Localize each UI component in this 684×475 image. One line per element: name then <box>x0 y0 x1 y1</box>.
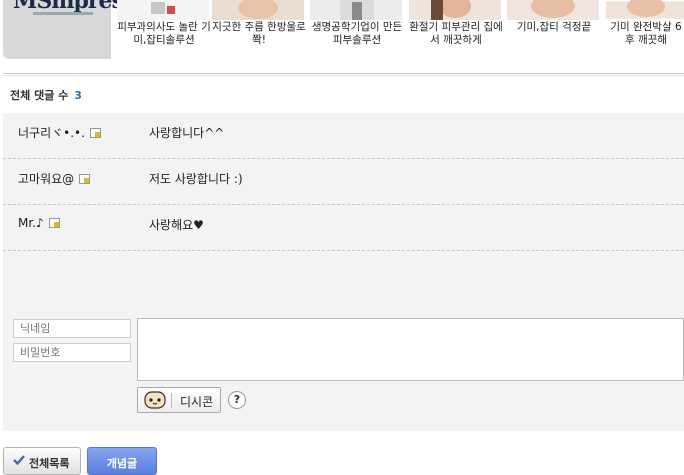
comment-text: 사랑해요♥ <box>149 218 204 232</box>
ad-caption: 지긋한 주름 한방울로 쫙! <box>212 21 306 46</box>
ad-caption: 환절기 피부관리 집에서 깨끗하게 <box>409 21 503 46</box>
comment-author[interactable]: Mr.♪ <box>18 216 60 230</box>
comment-text: 사랑합니다^^ <box>149 126 225 140</box>
ad-logo-underline <box>33 12 93 15</box>
password-input[interactable] <box>13 343 131 362</box>
nickname-input[interactable] <box>13 319 131 338</box>
ad-thumbnail <box>212 0 304 20</box>
dccon-label: 디시콘 <box>180 395 214 409</box>
ad-caption: 기미 완전박살 6 후 깨끗해 <box>610 21 682 46</box>
ad-item[interactable]: 기미 완전박살 6 후 깨끗해 <box>604 0 684 60</box>
submit-label: 개념글 <box>106 457 138 470</box>
comment-author[interactable]: 너구리ヾ•.•. <box>18 124 101 141</box>
dccon-button[interactable]: 디시콘 <box>137 387 221 413</box>
comment-author-name: 고마워요@ <box>18 172 75 186</box>
fixed-nick-icon <box>48 218 60 228</box>
ad-logo-banner[interactable]: MSmpress <box>3 0 135 59</box>
ad-thumbnail <box>117 0 209 20</box>
submit-button[interactable]: 개념글 <box>87 447 157 475</box>
comment-count: 전체 댓글 수 3 <box>10 87 82 103</box>
ad-item[interactable]: 생명공학기업이 만든 피부솔루션 <box>308 0 406 60</box>
comment-author-name: Mr.♪ <box>18 216 44 230</box>
ad-item[interactable]: 환절기 피부관리 집에서 깨끗하게 <box>407 0 505 60</box>
fixed-nick-icon <box>79 174 91 184</box>
comment-count-number: 3 <box>74 89 82 102</box>
ad-thumbnail <box>606 0 684 19</box>
comment-text: 저도 사랑합니다 :) <box>149 172 243 186</box>
divider <box>171 393 172 408</box>
fixed-nick-icon <box>89 128 101 138</box>
ad-thumbnail <box>409 0 501 20</box>
comment-count-label: 전체 댓글 수 <box>10 89 69 102</box>
checkmark-icon <box>13 455 25 466</box>
ad-item[interactable]: 기미,잡티 걱정끝 <box>505 0 603 60</box>
ad-thumbnail <box>507 0 599 20</box>
help-icon[interactable]: ? <box>228 391 246 409</box>
comment-textarea[interactable] <box>137 318 684 381</box>
comment-row: Mr.♪ 사랑해요♥ <box>3 205 684 251</box>
comment-row: 고마워요@ 저도 사랑합니다 :) <box>3 159 684 205</box>
full-list-button[interactable]: 전체목록 <box>3 447 81 475</box>
comment-author[interactable]: 고마워요@ <box>18 170 91 187</box>
ad-caption: 생명공학기업이 만든 피부솔루션 <box>311 21 403 46</box>
ad-caption: 기미,잡티 걱정끝 <box>516 21 592 33</box>
ad-banner-strip: MSmpress 피부과의사도 놀란 기미,잡티솔루션 지긋한 주름 한방울로 … <box>0 0 684 60</box>
ad-thumbnail <box>310 0 402 20</box>
comment-area: 너구리ヾ•.•. 사랑합니다^^ 고마워요@ 저도 사랑합니다 :) Mr.♪ … <box>3 113 684 431</box>
full-list-label: 전체목록 <box>29 457 70 470</box>
ad-item[interactable]: 피부과의사도 놀란 기미,잡티솔루션 <box>115 0 213 60</box>
divider <box>3 75 684 76</box>
ad-caption: 피부과의사도 놀란 기미,잡티솔루션 <box>117 21 211 46</box>
dccon-face-icon <box>144 391 166 409</box>
divider <box>3 73 684 74</box>
comment-author-name: 너구리ヾ•.•. <box>18 126 85 140</box>
ad-item[interactable]: 지긋한 주름 한방울로 쫙! <box>210 0 308 60</box>
comment-row: 너구리ヾ•.•. 사랑합니다^^ <box>3 113 684 159</box>
